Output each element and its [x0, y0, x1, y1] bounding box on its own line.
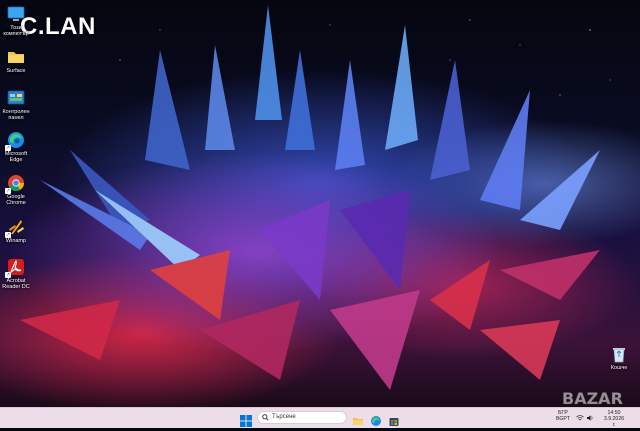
- watermark-text: BAZAR: [562, 389, 623, 407]
- brand-watermark-text: C.LAN: [20, 13, 96, 40]
- wallpaper: [20, 5, 611, 390]
- desktop-icon-recycle-bin[interactable]: Кошче: [604, 344, 634, 371]
- search-icon: [262, 414, 269, 421]
- edge-icon: ↗: [5, 130, 26, 151]
- volume-icon[interactable]: [586, 414, 594, 422]
- chrome-icon: ↗: [5, 173, 26, 194]
- desktop-icon-label: Кошче: [610, 365, 628, 371]
- taskbar-search-box[interactable]: Търсене: [257, 411, 347, 424]
- clock[interactable]: 14:50 3.9.2026 г.: [603, 410, 625, 428]
- language-layout: BGPT: [555, 416, 571, 422]
- acrobat-icon: ↗: [5, 257, 26, 278]
- desktop-icon-label: Surface: [6, 68, 26, 74]
- desktop-icon-surface[interactable]: Surface: [1, 47, 31, 74]
- desktop-icon-label: Google Chrome: [6, 194, 26, 207]
- desktop-icon-this-pc[interactable]: Този компютър: [1, 4, 31, 37]
- desktop: C.LAN Този компютър Surface Контролен па…: [0, 0, 640, 407]
- desktop-icon-winamp[interactable]: ↗ Winamp: [1, 217, 31, 244]
- desktop-icon-label: Този компютър: [3, 25, 29, 38]
- desktop-icon-label: Контролен панел: [2, 109, 30, 122]
- network-icon[interactable]: [576, 414, 584, 422]
- this-pc-icon: [6, 4, 26, 24]
- taskbar-store[interactable]: [388, 412, 400, 426]
- shortcut-arrow-icon: ↗: [5, 145, 11, 151]
- desktop-icon-chrome[interactable]: ↗ Google Chrome: [1, 173, 31, 206]
- windows-logo-icon: [240, 415, 252, 427]
- desktop-icon-label: Microsoft Edge: [4, 151, 28, 164]
- control-panel-icon: [6, 88, 26, 108]
- clock-date: 3.9.2026 г.: [603, 416, 625, 428]
- shortcut-arrow-icon: ↗: [5, 188, 11, 194]
- edge-icon: [371, 416, 381, 426]
- taskbar-edge[interactable]: [370, 412, 382, 426]
- taskbar-file-explorer[interactable]: [352, 412, 364, 425]
- winamp-icon: ↗: [5, 217, 26, 238]
- desktop-icon-control-panel[interactable]: Контролен панел: [1, 88, 31, 121]
- shortcut-arrow-icon: ↗: [5, 272, 11, 278]
- shortcut-arrow-icon: ↗: [5, 232, 11, 238]
- desktop-icon-acrobat[interactable]: ↗ Acrobat Reader DC: [1, 257, 31, 290]
- language-indicator[interactable]: БГР BGPT: [554, 410, 572, 422]
- desktop-icon-edge[interactable]: ↗ Microsoft Edge: [1, 130, 31, 163]
- search-placeholder: Търсене: [272, 414, 296, 420]
- desktop-icon-label: Acrobat Reader DC: [2, 278, 30, 291]
- recycle-bin-icon: [609, 344, 629, 364]
- desktop-icon-label: Winamp: [5, 238, 27, 244]
- start-button[interactable]: [240, 412, 252, 427]
- taskbar: Търсене БГР BGPT 14:50 3.9.2026 г.: [0, 407, 640, 428]
- folder-icon: [6, 47, 26, 67]
- file-explorer-icon: [353, 418, 363, 425]
- store-icon: [389, 418, 399, 426]
- site-watermark: BAZAR: [560, 388, 640, 407]
